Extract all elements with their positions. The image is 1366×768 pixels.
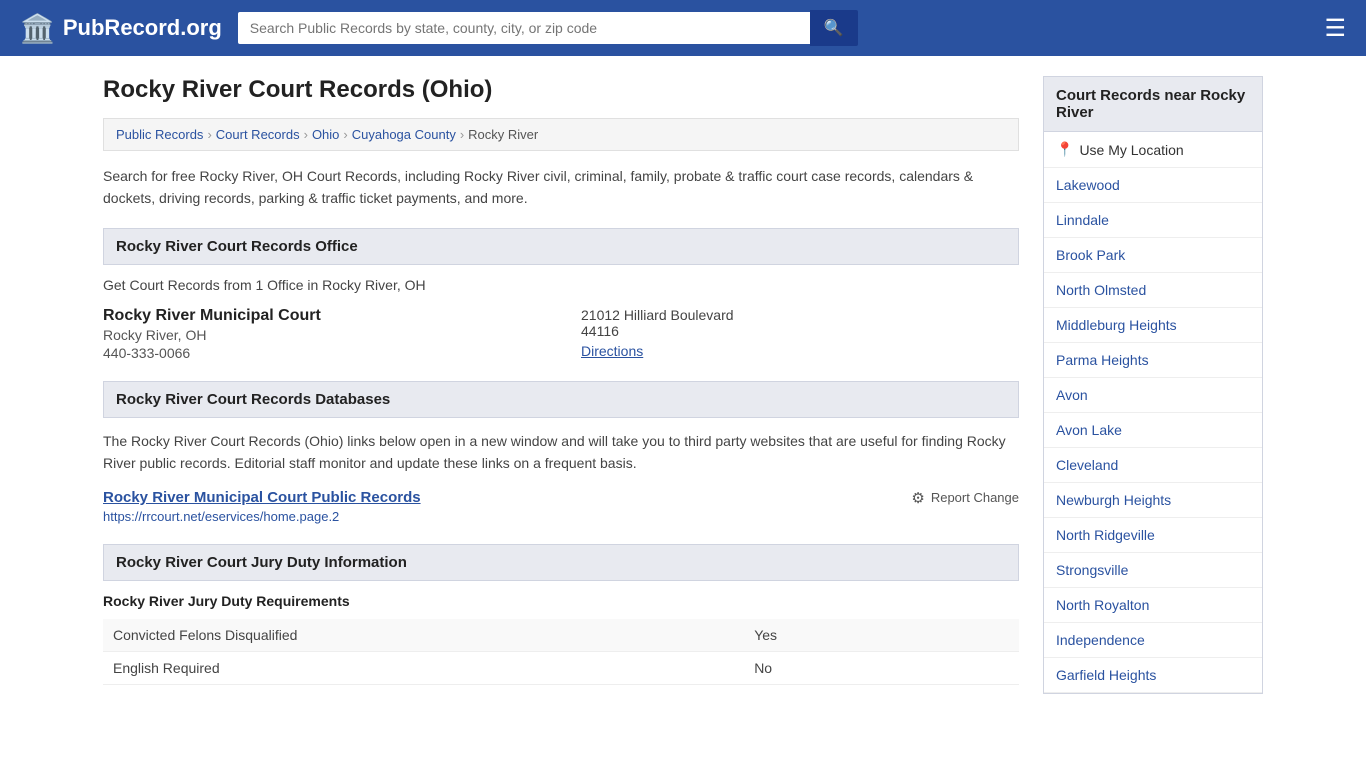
breadcrumb-sep-4: › [460, 127, 464, 142]
breadcrumb-rocky-river: Rocky River [468, 127, 538, 142]
header: 🏛️ PubRecord.org 🔍 ☰ [0, 0, 1366, 56]
sidebar-item[interactable]: Linndale [1044, 203, 1262, 238]
search-bar: 🔍 [238, 10, 858, 46]
search-icon: 🔍 [824, 20, 844, 37]
jury-section-header: Rocky River Court Jury Duty Information [103, 544, 1019, 581]
jury-section: Rocky River Court Jury Duty Information … [103, 544, 1019, 685]
court-city-state: Rocky River, OH [103, 327, 541, 343]
use-location-label: Use My Location [1079, 142, 1183, 158]
court-record: Rocky River Municipal Court Rocky River,… [103, 307, 1019, 361]
breadcrumb-sep-1: › [207, 127, 211, 142]
sidebar: Court Records near Rocky River 📍 Use My … [1043, 76, 1263, 705]
court-phone: 440-333-0066 [103, 345, 541, 361]
report-change-icon: ⚙ [911, 489, 924, 507]
jury-row-label: English Required [103, 651, 744, 684]
sidebar-item[interactable]: Independence [1044, 623, 1262, 658]
location-pin-icon: 📍 [1056, 141, 1073, 158]
jury-row-value: No [744, 651, 1019, 684]
court-address-street: 21012 Hilliard Boulevard [581, 307, 1019, 323]
jury-row-label: Convicted Felons Disqualified [103, 619, 744, 652]
sidebar-item[interactable]: North Royalton [1044, 588, 1262, 623]
jury-row-value: Yes [744, 619, 1019, 652]
building-icon: 🏛️ [20, 12, 55, 45]
court-right: 21012 Hilliard Boulevard 44116 Direction… [581, 307, 1019, 361]
sidebar-item[interactable]: Avon [1044, 378, 1262, 413]
sidebar-item[interactable]: North Olmsted [1044, 273, 1262, 308]
db-record-url[interactable]: https://rrcourt.net/eservices/home.page.… [103, 509, 421, 524]
sidebar-header: Court Records near Rocky River [1043, 76, 1263, 132]
sidebar-use-location[interactable]: 📍 Use My Location [1044, 132, 1262, 168]
directions-link[interactable]: Directions [581, 343, 643, 359]
jury-table: Convicted Felons DisqualifiedYesEnglish … [103, 619, 1019, 685]
jury-table-row: English RequiredNo [103, 651, 1019, 684]
search-button[interactable]: 🔍 [810, 10, 858, 46]
sidebar-item[interactable]: Garfield Heights [1044, 658, 1262, 693]
jury-table-row: Convicted Felons DisqualifiedYes [103, 619, 1019, 652]
page-title: Rocky River Court Records (Ohio) [103, 76, 1019, 104]
breadcrumb-sep-3: › [343, 127, 347, 142]
db-record: Rocky River Municipal Court Public Recor… [103, 489, 1019, 524]
court-details: Rocky River Municipal Court Rocky River,… [103, 307, 1019, 361]
court-zip: 44116 [581, 323, 1019, 339]
db-record-left: Rocky River Municipal Court Public Recor… [103, 489, 421, 524]
content-area: Rocky River Court Records (Ohio) Public … [83, 56, 1283, 705]
office-section: Rocky River Court Records Office Get Cou… [103, 228, 1019, 361]
db-record-name[interactable]: Rocky River Municipal Court Public Recor… [103, 489, 421, 506]
court-name: Rocky River Municipal Court [103, 307, 541, 325]
menu-button[interactable]: ☰ [1324, 14, 1346, 43]
sidebar-items-container: LakewoodLinndaleBrook ParkNorth OlmstedM… [1044, 168, 1262, 693]
page-description: Search for free Rocky River, OH Court Re… [103, 165, 1019, 210]
office-section-header: Rocky River Court Records Office [103, 228, 1019, 265]
sidebar-list: 📍 Use My Location LakewoodLinndaleBrook … [1043, 132, 1263, 694]
breadcrumb-cuyahoga[interactable]: Cuyahoga County [352, 127, 456, 142]
databases-section: Rocky River Court Records Databases The … [103, 381, 1019, 524]
sidebar-item[interactable]: North Ridgeville [1044, 518, 1262, 553]
logo[interactable]: 🏛️ PubRecord.org [20, 12, 222, 45]
sidebar-item[interactable]: Newburgh Heights [1044, 483, 1262, 518]
breadcrumb: Public Records › Court Records › Ohio › … [103, 118, 1019, 151]
sidebar-item[interactable]: Parma Heights [1044, 343, 1262, 378]
databases-section-header: Rocky River Court Records Databases [103, 381, 1019, 418]
search-input[interactable] [238, 12, 810, 44]
sidebar-item[interactable]: Strongsville [1044, 553, 1262, 588]
hamburger-icon: ☰ [1324, 15, 1346, 42]
sidebar-item[interactable]: Avon Lake [1044, 413, 1262, 448]
sidebar-item[interactable]: Brook Park [1044, 238, 1262, 273]
databases-description: The Rocky River Court Records (Ohio) lin… [103, 430, 1019, 475]
report-change-label: Report Change [931, 490, 1019, 505]
breadcrumb-ohio[interactable]: Ohio [312, 127, 339, 142]
sidebar-item[interactable]: Middleburg Heights [1044, 308, 1262, 343]
logo-text: PubRecord.org [63, 15, 222, 41]
sidebar-item[interactable]: Cleveland [1044, 448, 1262, 483]
breadcrumb-sep-2: › [304, 127, 308, 142]
office-sub-description: Get Court Records from 1 Office in Rocky… [103, 277, 1019, 293]
report-change-button[interactable]: ⚙ Report Change [911, 489, 1019, 507]
breadcrumb-court-records[interactable]: Court Records [216, 127, 300, 142]
court-left: Rocky River Municipal Court Rocky River,… [103, 307, 541, 361]
main-content: Rocky River Court Records (Ohio) Public … [103, 76, 1019, 705]
breadcrumb-public-records[interactable]: Public Records [116, 127, 203, 142]
sidebar-item[interactable]: Lakewood [1044, 168, 1262, 203]
jury-sub-header: Rocky River Jury Duty Requirements [103, 593, 1019, 609]
